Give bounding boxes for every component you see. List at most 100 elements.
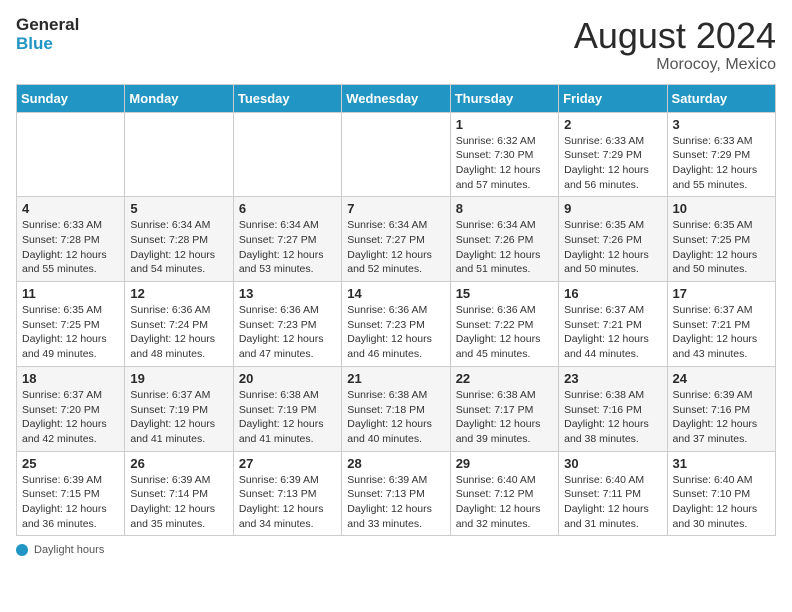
day-number: 7 bbox=[347, 201, 444, 216]
day-info: Sunrise: 6:37 AM Sunset: 7:21 PM Dayligh… bbox=[564, 303, 661, 362]
calendar-cell: 8Sunrise: 6:34 AM Sunset: 7:26 PM Daylig… bbox=[450, 197, 558, 282]
day-info: Sunrise: 6:34 AM Sunset: 7:28 PM Dayligh… bbox=[130, 218, 227, 277]
logo-text: GeneralBlue bbox=[16, 16, 79, 53]
day-number: 21 bbox=[347, 371, 444, 386]
day-info: Sunrise: 6:40 AM Sunset: 7:12 PM Dayligh… bbox=[456, 473, 553, 532]
day-info: Sunrise: 6:36 AM Sunset: 7:23 PM Dayligh… bbox=[347, 303, 444, 362]
day-info: Sunrise: 6:40 AM Sunset: 7:11 PM Dayligh… bbox=[564, 473, 661, 532]
day-info: Sunrise: 6:39 AM Sunset: 7:13 PM Dayligh… bbox=[239, 473, 336, 532]
day-info: Sunrise: 6:35 AM Sunset: 7:25 PM Dayligh… bbox=[673, 218, 770, 277]
logo: GeneralBlue bbox=[16, 16, 85, 53]
day-info: Sunrise: 6:40 AM Sunset: 7:10 PM Dayligh… bbox=[673, 473, 770, 532]
day-info: Sunrise: 6:33 AM Sunset: 7:29 PM Dayligh… bbox=[564, 134, 661, 193]
calendar-cell: 20Sunrise: 6:38 AM Sunset: 7:19 PM Dayli… bbox=[233, 366, 341, 451]
day-number: 25 bbox=[22, 456, 119, 471]
day-number: 20 bbox=[239, 371, 336, 386]
calendar-week-row: 25 Sunrise: 6:39 AM Sunset: 7:15 PM Dayli… bbox=[17, 451, 776, 536]
page-header: GeneralBlue August 2024 Morocoy, Mexico bbox=[16, 16, 776, 74]
day-number: 11 bbox=[22, 286, 119, 301]
calendar-cell: 23 Sunrise: 6:38 AM Sunset: 7:16 PM Dayli… bbox=[559, 366, 667, 451]
calendar-week-row: 4 Sunrise: 6:33 AM Sunset: 7:28 PM Daylig… bbox=[17, 197, 776, 282]
day-info: Sunrise: 6:35 AM Sunset: 7:26 PM Dayligh… bbox=[564, 218, 661, 277]
column-header-thursday: Thursday bbox=[450, 84, 558, 112]
calendar-cell: 13 Sunrise: 6:36 AM Sunset: 7:23 PM Dayli… bbox=[233, 282, 341, 367]
day-info: Sunrise: 6:34 AM Sunset: 7:27 PM Dayligh… bbox=[239, 218, 336, 277]
day-number: 27 bbox=[239, 456, 336, 471]
column-header-tuesday: Tuesday bbox=[233, 84, 341, 112]
day-number: 12 bbox=[130, 286, 227, 301]
day-info: Sunrise: 6:39 AM Sunset: 7:15 PM Dayligh… bbox=[22, 473, 119, 532]
calendar-cell bbox=[17, 112, 125, 197]
day-info: Sunrise: 6:38 AM Sunset: 7:18 PM Dayligh… bbox=[347, 388, 444, 447]
day-info: Sunrise: 6:32 AM Sunset: 7:30 PM Dayligh… bbox=[456, 134, 553, 193]
day-info: Sunrise: 6:35 AM Sunset: 7:25 PM Dayligh… bbox=[22, 303, 119, 362]
day-info: Sunrise: 6:38 AM Sunset: 7:16 PM Dayligh… bbox=[564, 388, 661, 447]
calendar-cell: 11 Sunrise: 6:35 AM Sunset: 7:25 PM Dayli… bbox=[17, 282, 125, 367]
day-number: 18 bbox=[22, 371, 119, 386]
calendar-cell: 28 Sunrise: 6:39 AM Sunset: 7:13 PM Dayli… bbox=[342, 451, 450, 536]
day-number: 3 bbox=[673, 117, 770, 132]
calendar-cell: 29 Sunrise: 6:40 AM Sunset: 7:12 PM Dayli… bbox=[450, 451, 558, 536]
daylight-icon bbox=[16, 544, 28, 556]
calendar-cell: 22 Sunrise: 6:38 AM Sunset: 7:17 PM Dayli… bbox=[450, 366, 558, 451]
day-number: 29 bbox=[456, 456, 553, 471]
day-info: Sunrise: 6:37 AM Sunset: 7:19 PM Dayligh… bbox=[130, 388, 227, 447]
location-subtitle: Morocoy, Mexico bbox=[574, 56, 776, 74]
calendar-cell: 31Sunrise: 6:40 AM Sunset: 7:10 PM Dayli… bbox=[667, 451, 775, 536]
calendar-cell bbox=[342, 112, 450, 197]
day-info: Sunrise: 6:34 AM Sunset: 7:27 PM Dayligh… bbox=[347, 218, 444, 277]
day-info: Sunrise: 6:36 AM Sunset: 7:22 PM Dayligh… bbox=[456, 303, 553, 362]
day-info: Sunrise: 6:37 AM Sunset: 7:20 PM Dayligh… bbox=[22, 388, 119, 447]
day-number: 13 bbox=[239, 286, 336, 301]
calendar-cell: 25 Sunrise: 6:39 AM Sunset: 7:15 PM Dayli… bbox=[17, 451, 125, 536]
day-number: 16 bbox=[564, 286, 661, 301]
calendar-week-row: 18 Sunrise: 6:37 AM Sunset: 7:20 PM Dayli… bbox=[17, 366, 776, 451]
day-info: Sunrise: 6:39 AM Sunset: 7:14 PM Dayligh… bbox=[130, 473, 227, 532]
calendar-cell: 4 Sunrise: 6:33 AM Sunset: 7:28 PM Daylig… bbox=[17, 197, 125, 282]
column-header-saturday: Saturday bbox=[667, 84, 775, 112]
calendar-cell: 10 Sunrise: 6:35 AM Sunset: 7:25 PM Dayli… bbox=[667, 197, 775, 282]
day-number: 8 bbox=[456, 201, 553, 216]
calendar-header-row: SundayMondayTuesdayWednesdayThursdayFrid… bbox=[17, 84, 776, 112]
calendar-cell: 7 Sunrise: 6:34 AM Sunset: 7:27 PM Daylig… bbox=[342, 197, 450, 282]
day-info: Sunrise: 6:33 AM Sunset: 7:28 PM Dayligh… bbox=[22, 218, 119, 277]
column-header-wednesday: Wednesday bbox=[342, 84, 450, 112]
day-number: 6 bbox=[239, 201, 336, 216]
day-number: 23 bbox=[564, 371, 661, 386]
day-number: 15 bbox=[456, 286, 553, 301]
day-number: 14 bbox=[347, 286, 444, 301]
calendar-week-row: 11 Sunrise: 6:35 AM Sunset: 7:25 PM Dayli… bbox=[17, 282, 776, 367]
day-number: 4 bbox=[22, 201, 119, 216]
day-number: 19 bbox=[130, 371, 227, 386]
day-number: 2 bbox=[564, 117, 661, 132]
daylight-label: Daylight hours bbox=[34, 544, 104, 556]
day-number: 22 bbox=[456, 371, 553, 386]
day-info: Sunrise: 6:36 AM Sunset: 7:23 PM Dayligh… bbox=[239, 303, 336, 362]
column-header-sunday: Sunday bbox=[17, 84, 125, 112]
day-info: Sunrise: 6:38 AM Sunset: 7:17 PM Dayligh… bbox=[456, 388, 553, 447]
month-year-title: August 2024 bbox=[574, 16, 776, 56]
calendar-cell: 24Sunrise: 6:39 AM Sunset: 7:16 PM Dayli… bbox=[667, 366, 775, 451]
day-number: 28 bbox=[347, 456, 444, 471]
calendar-footer: Daylight hours bbox=[16, 544, 776, 556]
calendar-cell: 12 Sunrise: 6:36 AM Sunset: 7:24 PM Dayli… bbox=[125, 282, 233, 367]
day-info: Sunrise: 6:39 AM Sunset: 7:13 PM Dayligh… bbox=[347, 473, 444, 532]
day-number: 5 bbox=[130, 201, 227, 216]
calendar-cell bbox=[125, 112, 233, 197]
day-info: Sunrise: 6:37 AM Sunset: 7:21 PM Dayligh… bbox=[673, 303, 770, 362]
day-info: Sunrise: 6:36 AM Sunset: 7:24 PM Dayligh… bbox=[130, 303, 227, 362]
calendar-cell: 26Sunrise: 6:39 AM Sunset: 7:14 PM Dayli… bbox=[125, 451, 233, 536]
calendar-week-row: 1 Sunrise: 6:32 AM Sunset: 7:30 PM Daylig… bbox=[17, 112, 776, 197]
day-number: 30 bbox=[564, 456, 661, 471]
column-header-friday: Friday bbox=[559, 84, 667, 112]
day-number: 1 bbox=[456, 117, 553, 132]
calendar-table: SundayMondayTuesdayWednesdayThursdayFrid… bbox=[16, 84, 776, 537]
day-number: 10 bbox=[673, 201, 770, 216]
day-info: Sunrise: 6:39 AM Sunset: 7:16 PM Dayligh… bbox=[673, 388, 770, 447]
calendar-cell: 14 Sunrise: 6:36 AM Sunset: 7:23 PM Dayli… bbox=[342, 282, 450, 367]
calendar-cell: 2 Sunrise: 6:33 AM Sunset: 7:29 PM Daylig… bbox=[559, 112, 667, 197]
calendar-cell: 30 Sunrise: 6:40 AM Sunset: 7:11 PM Dayli… bbox=[559, 451, 667, 536]
calendar-cell: 18 Sunrise: 6:37 AM Sunset: 7:20 PM Dayli… bbox=[17, 366, 125, 451]
calendar-cell: 6 Sunrise: 6:34 AM Sunset: 7:27 PM Daylig… bbox=[233, 197, 341, 282]
calendar-cell: 16 Sunrise: 6:37 AM Sunset: 7:21 PM Dayli… bbox=[559, 282, 667, 367]
